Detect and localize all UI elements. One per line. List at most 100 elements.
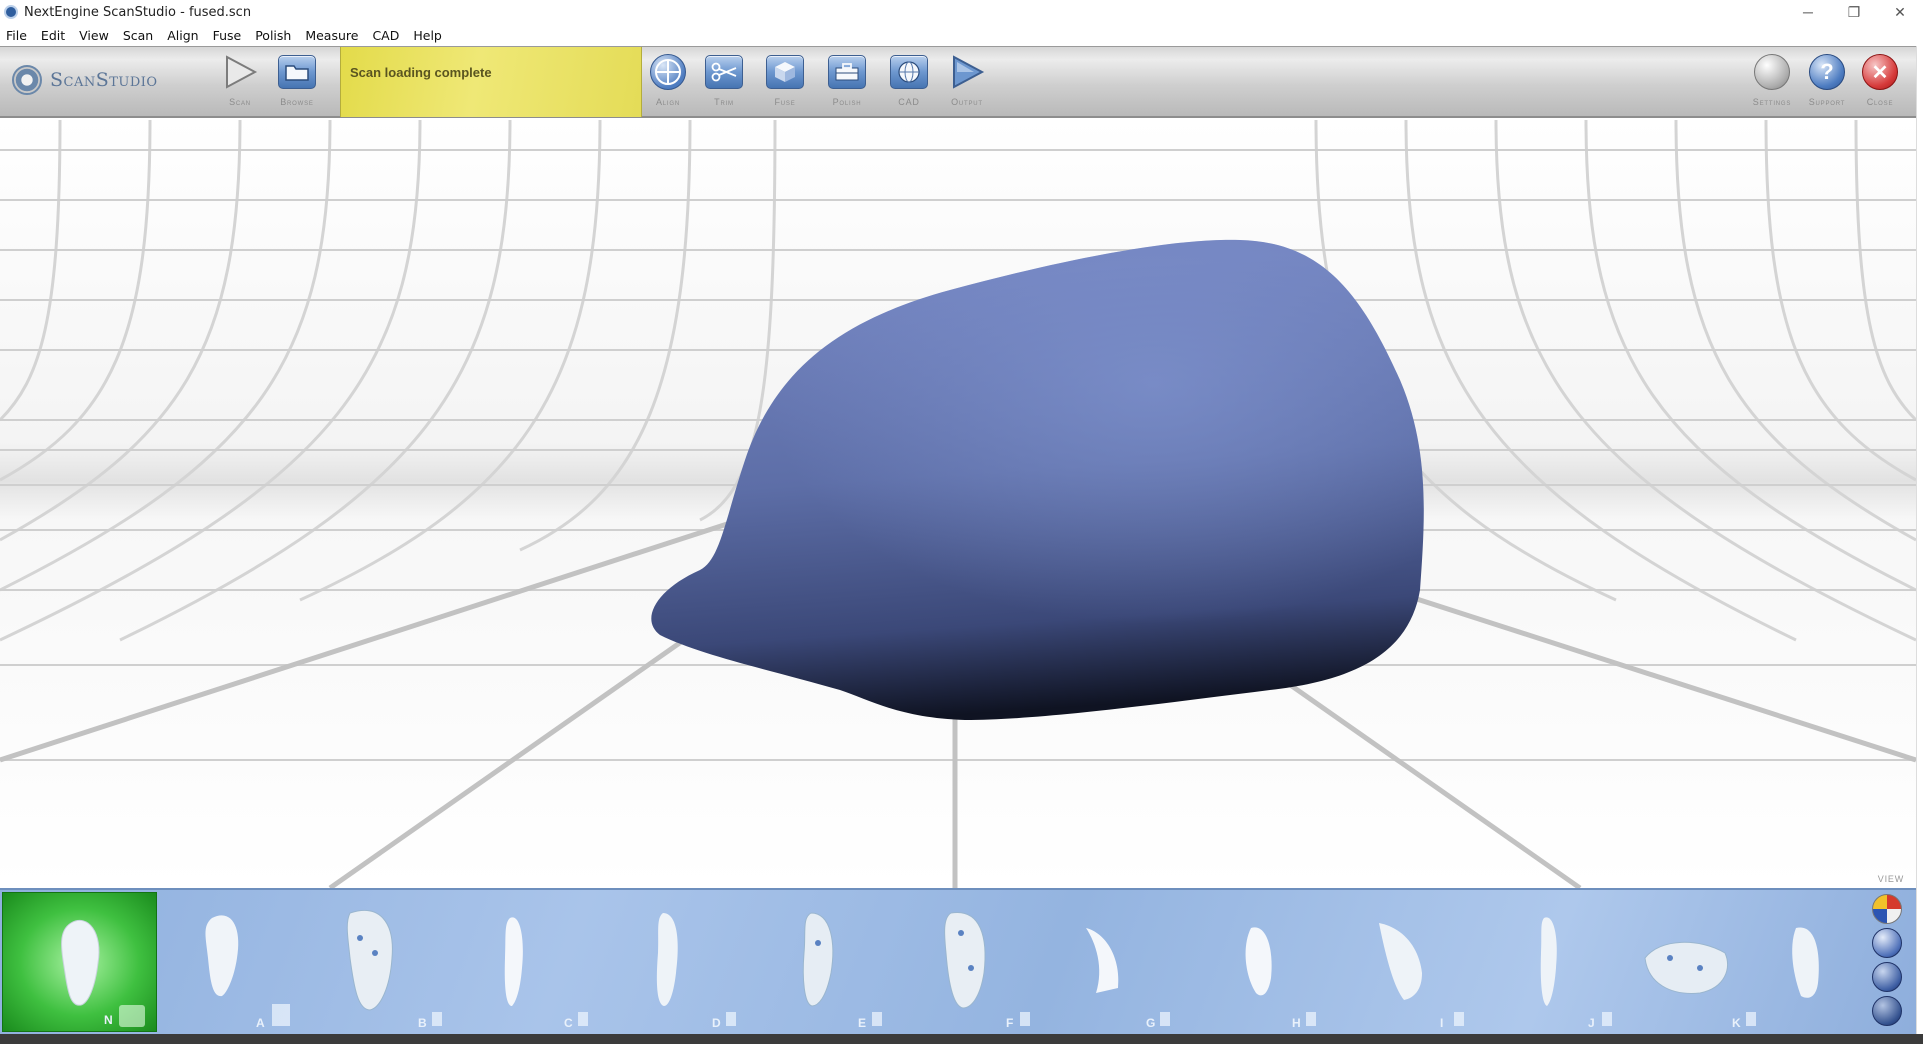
- thumbnail-item[interactable]: I: [1364, 898, 1484, 1030]
- thumbnail-label: C: [564, 1016, 573, 1030]
- right-edge-scrollbar[interactable]: [1916, 46, 1923, 1044]
- menu-cad[interactable]: CAD: [372, 28, 399, 43]
- scissors-icon: [705, 55, 743, 89]
- main-toolbar: ScanStudio Scan Browse Scan loading comp…: [0, 46, 1916, 118]
- settings-label: Settings: [1752, 97, 1792, 107]
- menu-fuse[interactable]: Fuse: [213, 28, 242, 43]
- cad-icon-wrap: [889, 53, 929, 91]
- thumbnail-item[interactable]: F: [916, 898, 1036, 1030]
- close-label: Close: [1866, 97, 1894, 107]
- thumbnail-selected[interactable]: N: [2, 892, 157, 1032]
- scan-label: Scan: [229, 97, 251, 107]
- settings-button[interactable]: Settings: [1743, 53, 1801, 113]
- help-icon: ?: [1807, 53, 1847, 91]
- wireframe-shading-icon[interactable]: [1872, 962, 1902, 992]
- fuse-button[interactable]: Fuse: [756, 53, 814, 113]
- thumbnail-item[interactable]: H: [1216, 898, 1336, 1030]
- view-label: VIEW: [1877, 874, 1904, 884]
- thumbnail-label: A: [256, 1016, 265, 1030]
- thumbnail-label: D: [712, 1016, 721, 1030]
- 3d-viewport[interactable]: VIEW: [0, 120, 1916, 888]
- align-label: Align: [655, 97, 680, 107]
- thumbnail-marker: [1160, 1012, 1170, 1026]
- globe-icon: [890, 55, 928, 89]
- scan-button[interactable]: Scan: [211, 53, 269, 113]
- scanstudio-logo: ScanStudio: [12, 65, 158, 95]
- output-arrow-icon: [947, 53, 987, 91]
- thumbnail-item[interactable]: C: [470, 898, 590, 1030]
- thumbnail-item[interactable]: A: [172, 898, 292, 1030]
- thumbnail-label: G: [1146, 1016, 1156, 1030]
- title-bar: NextEngine ScanStudio - fused.scn ─ ❐ ✕: [0, 0, 1923, 24]
- minimize-button[interactable]: ─: [1785, 0, 1831, 24]
- thumbnail-label-selected: N: [104, 1013, 113, 1027]
- browse-button[interactable]: Browse: [268, 53, 326, 113]
- thumbnail-marker: [726, 1012, 736, 1026]
- thumbnail-label: B: [418, 1016, 427, 1030]
- cad-label: CAD: [898, 97, 920, 107]
- thumbnail-item[interactable]: B: [320, 898, 442, 1030]
- menu-measure[interactable]: Measure: [305, 28, 358, 43]
- menu-polish[interactable]: Polish: [255, 28, 291, 43]
- output-label: Output: [951, 97, 983, 107]
- color-mode-icon[interactable]: [1872, 894, 1902, 924]
- thumbnail-item[interactable]: J: [1514, 898, 1634, 1030]
- align-icon: [648, 53, 688, 91]
- align-button[interactable]: Align: [639, 53, 697, 113]
- menu-scan[interactable]: Scan: [123, 28, 153, 43]
- close-button[interactable]: ✕ Close: [1851, 53, 1909, 113]
- thumbnail-item[interactable]: E: [766, 898, 886, 1030]
- menu-align[interactable]: Align: [167, 28, 198, 43]
- trim-icon-wrap: [704, 53, 744, 91]
- thumbnail-item[interactable]: G: [1066, 898, 1186, 1030]
- close-icon: ✕: [1860, 53, 1900, 91]
- output-button[interactable]: Output: [938, 53, 996, 113]
- app-icon: [4, 5, 18, 19]
- thumbnail-marker: [1306, 1012, 1316, 1026]
- thumbnail-item-partial[interactable]: [1776, 898, 1836, 1030]
- scan-piece-icon: [1540, 917, 1557, 1006]
- status-message: Scan loading complete: [350, 65, 492, 80]
- thumbnail-marker: [1746, 1012, 1756, 1026]
- thumbnail-item[interactable]: K: [1640, 898, 1760, 1030]
- support-button[interactable]: ? Support: [1798, 53, 1856, 113]
- polish-icon-wrap: [827, 53, 867, 91]
- toolbox-icon: [828, 55, 866, 89]
- folder-icon: [278, 55, 316, 89]
- window-title: NextEngine ScanStudio - fused.scn: [24, 4, 252, 20]
- scan-piece-icon: [944, 912, 986, 1009]
- scan-piece-icon: [504, 917, 523, 1006]
- menu-bar: File Edit View Scan Align Fuse Polish Me…: [0, 24, 1923, 46]
- thumbnail-item[interactable]: D: [618, 898, 738, 1030]
- viewport-scene: [0, 120, 1916, 888]
- status-panel: Scan loading complete: [340, 47, 642, 117]
- fuse-label: Fuse: [774, 97, 796, 107]
- solid-shading-icon[interactable]: [1872, 928, 1902, 958]
- scan-piece-icon: [656, 913, 678, 1006]
- scan-piece-icon: [346, 909, 393, 1011]
- thumbnail-label: E: [858, 1016, 867, 1030]
- menu-view[interactable]: View: [79, 28, 109, 43]
- close-window-button[interactable]: ✕: [1877, 0, 1923, 24]
- polish-button[interactable]: Polish: [818, 53, 876, 113]
- cad-button[interactable]: CAD: [880, 53, 938, 113]
- menu-help[interactable]: Help: [413, 28, 442, 43]
- browse-label: Browse: [280, 97, 314, 107]
- thumbnail-label: H: [1292, 1016, 1301, 1030]
- scan-piece-icon: [1644, 941, 1729, 994]
- bottom-border: [0, 1034, 1923, 1044]
- polish-label: Polish: [832, 97, 862, 107]
- scan-thumbnail-strip: N A B C D E F G H I J K: [0, 888, 1916, 1034]
- menu-file[interactable]: File: [6, 28, 27, 43]
- play-icon: [220, 53, 260, 91]
- thumbnail-cylinder-icon: [119, 1005, 145, 1027]
- support-label: Support: [1808, 97, 1846, 107]
- menu-edit[interactable]: Edit: [41, 28, 65, 43]
- scan-piece-icon: [802, 912, 834, 1007]
- trim-button[interactable]: Trim: [695, 53, 753, 113]
- thumbnail-marker: [432, 1012, 442, 1026]
- scan-piece-icon: [1086, 928, 1119, 993]
- points-shading-icon[interactable]: [1872, 996, 1902, 1026]
- thumbnail-label: K: [1732, 1016, 1741, 1030]
- restore-button[interactable]: ❐: [1831, 0, 1877, 24]
